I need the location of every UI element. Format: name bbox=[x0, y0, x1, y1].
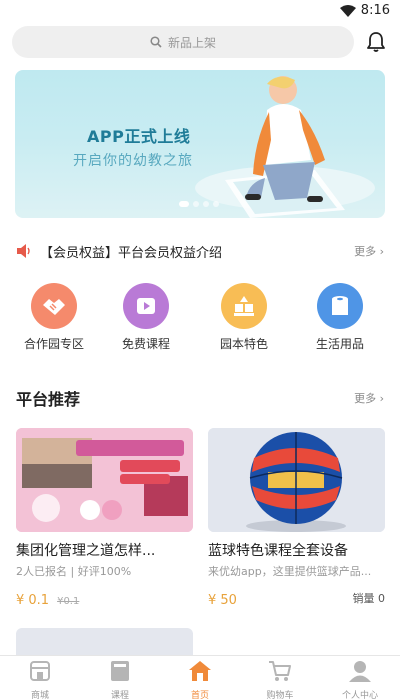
category-label: 生活用品 bbox=[315, 337, 364, 351]
person-icon bbox=[349, 661, 371, 682]
search-row: 新品上架 bbox=[12, 26, 388, 60]
product-card[interactable]: 集团化管理之道怎样... 2人已报名 | 好评100% ¥ 0.1 ¥0.1 bbox=[16, 428, 193, 608]
play-icon bbox=[137, 298, 155, 314]
category-circle bbox=[31, 283, 77, 329]
product-title: 蓝球特色课程全套设备 bbox=[208, 543, 348, 559]
price-row: ¥ 50 销量 0 bbox=[208, 589, 386, 608]
product-card-partial[interactable] bbox=[16, 628, 193, 658]
banner-dot-2[interactable] bbox=[193, 201, 199, 207]
tab-label: 首页 bbox=[190, 691, 209, 699]
search-input[interactable]: 新品上架 bbox=[12, 26, 354, 58]
cart-icon bbox=[269, 661, 291, 681]
status-time: 8:16 bbox=[360, 3, 390, 18]
book-icon bbox=[111, 661, 129, 681]
category-row: 合作园专区 免费课程 园本特色 生活用品 bbox=[0, 283, 400, 353]
wifi-icon bbox=[340, 5, 356, 17]
chevron-right-icon: › bbox=[379, 245, 384, 258]
category-school-features[interactable]: 园本特色 bbox=[204, 283, 284, 352]
tab-profile[interactable]: 个人中心 bbox=[320, 659, 400, 699]
price-row: ¥ 0.1 ¥0.1 bbox=[16, 589, 193, 608]
category-label: 免费课程 bbox=[121, 337, 170, 351]
category-label: 园本特色 bbox=[219, 337, 268, 351]
tab-courses[interactable]: 课程 bbox=[80, 659, 160, 699]
bell-icon[interactable] bbox=[364, 30, 388, 54]
speaker-icon bbox=[17, 244, 30, 258]
promo-banner[interactable]: APP正式上线 开启你的幼教之旅 bbox=[15, 70, 385, 218]
tab-shop[interactable]: 商城 bbox=[0, 659, 80, 699]
product-image bbox=[16, 428, 193, 532]
section-title: 平台推荐 bbox=[16, 390, 81, 409]
category-partner-zone[interactable]: 合作园专区 bbox=[14, 283, 94, 352]
basketball-image bbox=[208, 428, 385, 532]
search-icon bbox=[150, 36, 162, 48]
section-more-link[interactable]: 更多 › bbox=[354, 390, 384, 406]
notice-text: 【会员权益】平台会员权益介绍 bbox=[40, 246, 223, 261]
product-meta: 来优幼app，这里提供篮球产品... bbox=[208, 565, 372, 578]
tab-label: 个人中心 bbox=[341, 691, 378, 699]
tab-home[interactable]: 首页 bbox=[160, 659, 240, 699]
banner-dot-3[interactable] bbox=[203, 201, 209, 207]
tab-label: 商城 bbox=[30, 691, 49, 699]
product-sales: 销量 0 bbox=[352, 592, 386, 605]
handshake-icon bbox=[43, 299, 65, 315]
banner-dot-1[interactable] bbox=[179, 201, 189, 207]
banner-illustration bbox=[195, 76, 375, 218]
product-title: 集团化管理之道怎样... bbox=[16, 543, 156, 559]
tab-label: 购物车 bbox=[266, 691, 294, 699]
search-placeholder: 新品上架 bbox=[167, 35, 216, 50]
shop-icon bbox=[30, 661, 50, 681]
product-price: ¥ 0.1 bbox=[16, 593, 50, 608]
product-original-price: ¥0.1 bbox=[57, 596, 80, 607]
blocks-icon bbox=[234, 296, 254, 316]
notice-more-label: 更多 bbox=[354, 245, 377, 258]
category-circle bbox=[317, 283, 363, 329]
notice-more-link[interactable]: 更多 › bbox=[354, 243, 384, 259]
product-image-art bbox=[16, 428, 193, 532]
tissue-icon bbox=[332, 296, 348, 315]
section-more-label: 更多 bbox=[354, 392, 377, 405]
banner-dot-4[interactable] bbox=[213, 201, 219, 207]
bottom-tab-bar: 商城 课程 首页 购物车 个人中心 bbox=[0, 655, 400, 699]
status-bar: 8:16 bbox=[0, 0, 400, 22]
category-label: 合作园专区 bbox=[23, 337, 84, 351]
home-icon bbox=[189, 661, 211, 681]
product-card[interactable]: 蓝球特色课程全套设备 来优幼app，这里提供篮球产品... ¥ 50 销量 0 bbox=[208, 428, 385, 608]
banner-subline: 开启你的幼教之旅 bbox=[73, 153, 193, 169]
tab-label: 课程 bbox=[110, 691, 129, 699]
product-price: ¥ 50 bbox=[208, 593, 237, 608]
banner-headline: APP正式上线 bbox=[87, 127, 191, 146]
category-circle bbox=[123, 283, 169, 329]
category-free-courses[interactable]: 免费课程 bbox=[106, 283, 186, 352]
product-meta: 2人已报名 | 好评100% bbox=[16, 565, 132, 578]
chevron-right-icon: › bbox=[379, 392, 384, 405]
category-circle bbox=[221, 283, 267, 329]
product-image bbox=[208, 428, 385, 532]
category-daily-goods[interactable]: 生活用品 bbox=[300, 283, 380, 352]
tab-cart[interactable]: 购物车 bbox=[240, 659, 320, 699]
notice-bar[interactable]: 【会员权益】平台会员权益介绍 更多 › bbox=[16, 240, 384, 262]
